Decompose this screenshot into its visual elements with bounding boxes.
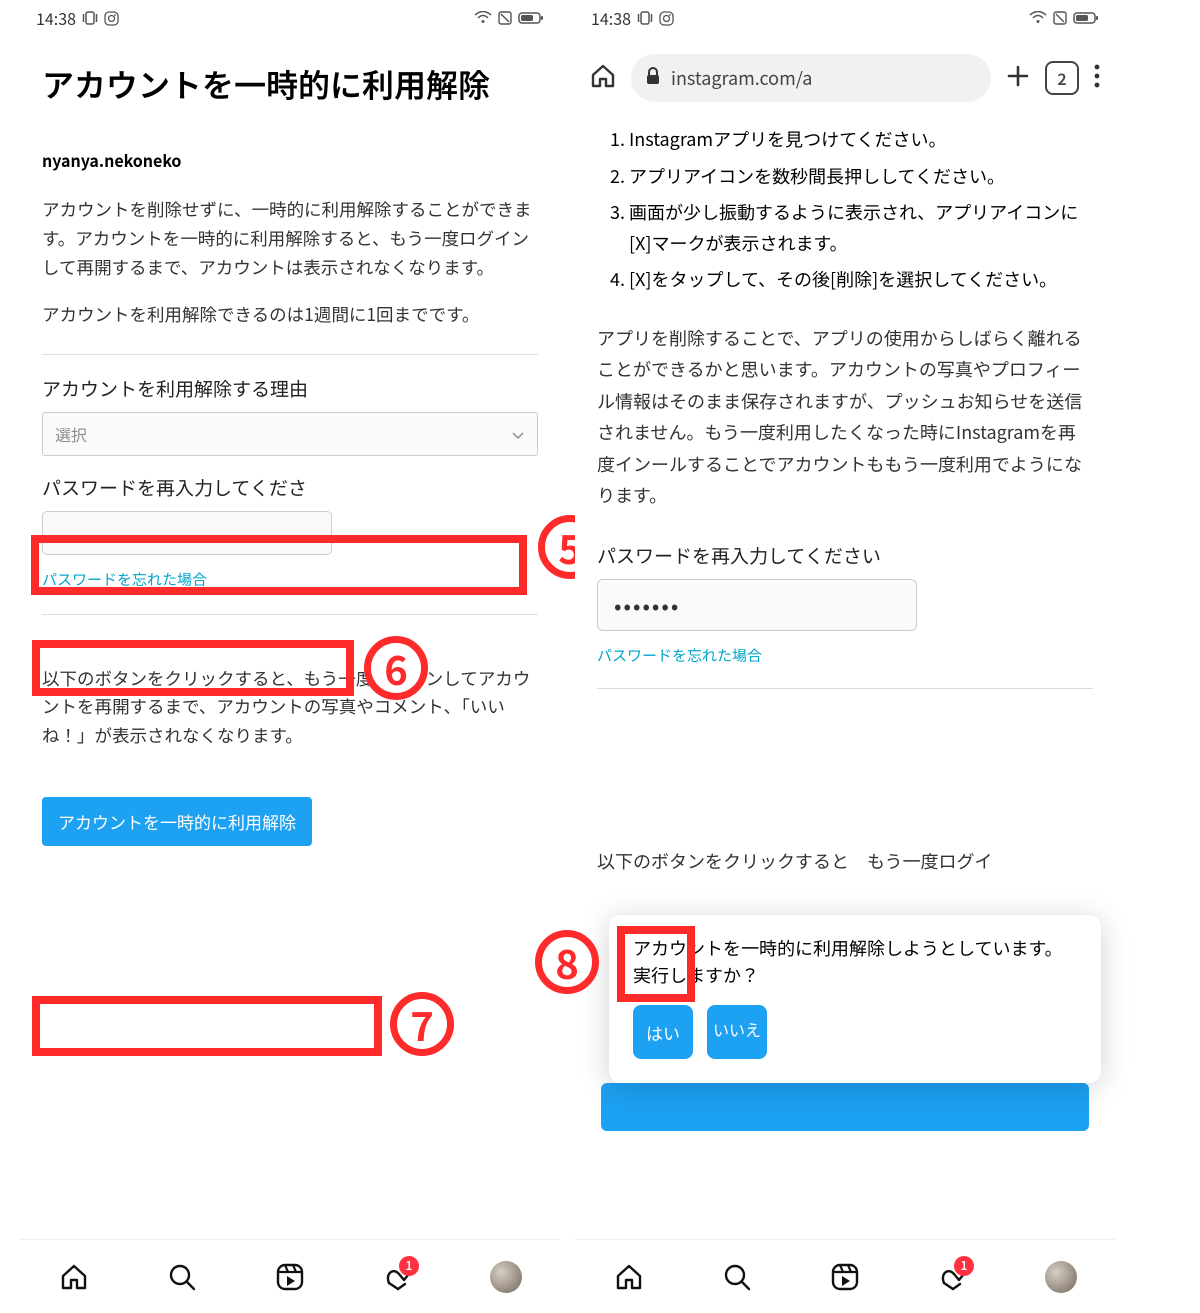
description-1: アカウントを削除せずに、一時的に利用解除することができます。アカウントを一時的に… <box>42 196 538 283</box>
reels-tab[interactable] <box>273 1260 307 1294</box>
status-bar: 14:38 <box>20 0 560 36</box>
vibrate-icon <box>637 11 653 25</box>
instruction-list: Instagramアプリを見つけてください。 アプリアイコンを数秒間長押ししてく… <box>597 124 1093 295</box>
forgot-password-link[interactable]: パスワードを忘れた場合 <box>42 569 207 590</box>
password-label-right: パスワードを再入力してください <box>597 542 1093 569</box>
tabs-count[interactable]: 2 <box>1045 61 1079 95</box>
modal-yes-button[interactable]: はい <box>633 1005 693 1059</box>
sim-icon <box>498 11 512 25</box>
status-time: 14:38 <box>36 6 76 30</box>
lock-icon <box>645 65 661 91</box>
activity-tab[interactable]: 1 <box>381 1260 415 1294</box>
highlight-step-7 <box>32 996 382 1056</box>
bottom-tab-bar: 1 <box>20 1239 560 1313</box>
list-item: [X]をタップして、その後[削除]を選択してください。 <box>629 264 1093 295</box>
profile-tab[interactable] <box>1044 1260 1078 1294</box>
wifi-icon <box>1029 11 1047 25</box>
list-item: アプリアイコンを数秒間長押ししてください。 <box>629 161 1093 192</box>
home-icon[interactable] <box>589 62 617 95</box>
list-item: 画面が少し振動するように表示され、アプリアイコンに[X]マークが表示されます。 <box>629 197 1093 258</box>
modal-no-button[interactable]: いいえ <box>707 1005 767 1059</box>
status-bar: 14:38 <box>575 0 1115 36</box>
bottom-tab-bar: 1 <box>575 1239 1115 1313</box>
home-tab[interactable] <box>612 1260 646 1294</box>
background-button-peek <box>601 1083 1089 1131</box>
chevron-down-icon <box>511 422 525 446</box>
phone-right-screen: 14:38 instag <box>575 0 1115 1313</box>
forgot-password-link-right[interactable]: パスワードを忘れた場合 <box>597 645 762 666</box>
wifi-icon <box>474 11 492 25</box>
status-time: 14:38 <box>591 6 631 30</box>
background-cutoff-text: 以下のボタンをクリックすると もう一度ログイ <box>575 848 1014 874</box>
instagram-indicator-icon <box>104 11 119 26</box>
battery-icon <box>518 11 544 25</box>
description-2: アカウントを利用解除できるのは1週間に1回までです。 <box>42 301 538 330</box>
confirm-modal: アカウントを一時的に利用解除しようとしています。実行しますか？ はい いいえ <box>609 915 1101 1083</box>
sim-icon <box>1053 11 1067 25</box>
browser-toolbar: instagram.com/a 2 <box>575 36 1115 124</box>
phone-left-screen: 14:38 アカウントを一時的に利用解除 nyanya.nekoneko アカウ… <box>20 0 560 1313</box>
avatar <box>490 1261 522 1293</box>
password-dots: ••••••• <box>614 589 680 621</box>
list-item: Instagramアプリを見つけてください。 <box>629 124 1093 155</box>
notification-badge: 1 <box>954 1256 974 1276</box>
avatar <box>1045 1261 1077 1293</box>
instagram-indicator-icon <box>659 11 674 26</box>
step-circle-7: 7 <box>390 992 454 1056</box>
password-input[interactable] <box>42 511 332 555</box>
modal-text: アカウントを一時的に利用解除しようとしています。実行しますか？ <box>633 935 1077 989</box>
divider-right <box>597 688 1093 689</box>
reason-select[interactable]: 選択 <box>42 412 538 456</box>
explanation-paragraph: アプリを削除することで、アプリの使用からしばらく離れることができるかと思います。… <box>597 323 1093 512</box>
notification-badge: 1 <box>399 1256 419 1276</box>
select-placeholder: 選択 <box>55 422 87 446</box>
deactivate-button[interactable]: アカウントを一時的に利用解除 <box>42 797 312 846</box>
home-tab[interactable] <box>57 1260 91 1294</box>
reason-label: アカウントを利用解除する理由 <box>42 375 538 402</box>
divider-2 <box>42 614 538 615</box>
vibrate-icon <box>82 11 98 25</box>
activity-tab[interactable]: 1 <box>936 1260 970 1294</box>
battery-icon <box>1073 11 1099 25</box>
password-input-right[interactable]: ••••••• <box>597 579 917 631</box>
reels-tab[interactable] <box>828 1260 862 1294</box>
url-text: instagram.com/a <box>671 65 812 91</box>
page-title: アカウントを一時的に利用解除 <box>42 60 538 108</box>
username-text: nyanya.nekoneko <box>42 148 538 172</box>
divider <box>42 354 538 355</box>
profile-tab[interactable] <box>489 1260 523 1294</box>
more-icon[interactable] <box>1093 63 1101 94</box>
password-label: パスワードを再入力してくださ <box>42 474 538 501</box>
confirm-paragraph: 以下のボタンをクリックすると、もう一度ログインしてアカウントを再開するまで、アカ… <box>42 665 538 752</box>
search-tab[interactable] <box>165 1260 199 1294</box>
search-tab[interactable] <box>720 1260 754 1294</box>
url-bar[interactable]: instagram.com/a <box>631 54 991 102</box>
new-tab-icon[interactable] <box>1005 63 1031 94</box>
